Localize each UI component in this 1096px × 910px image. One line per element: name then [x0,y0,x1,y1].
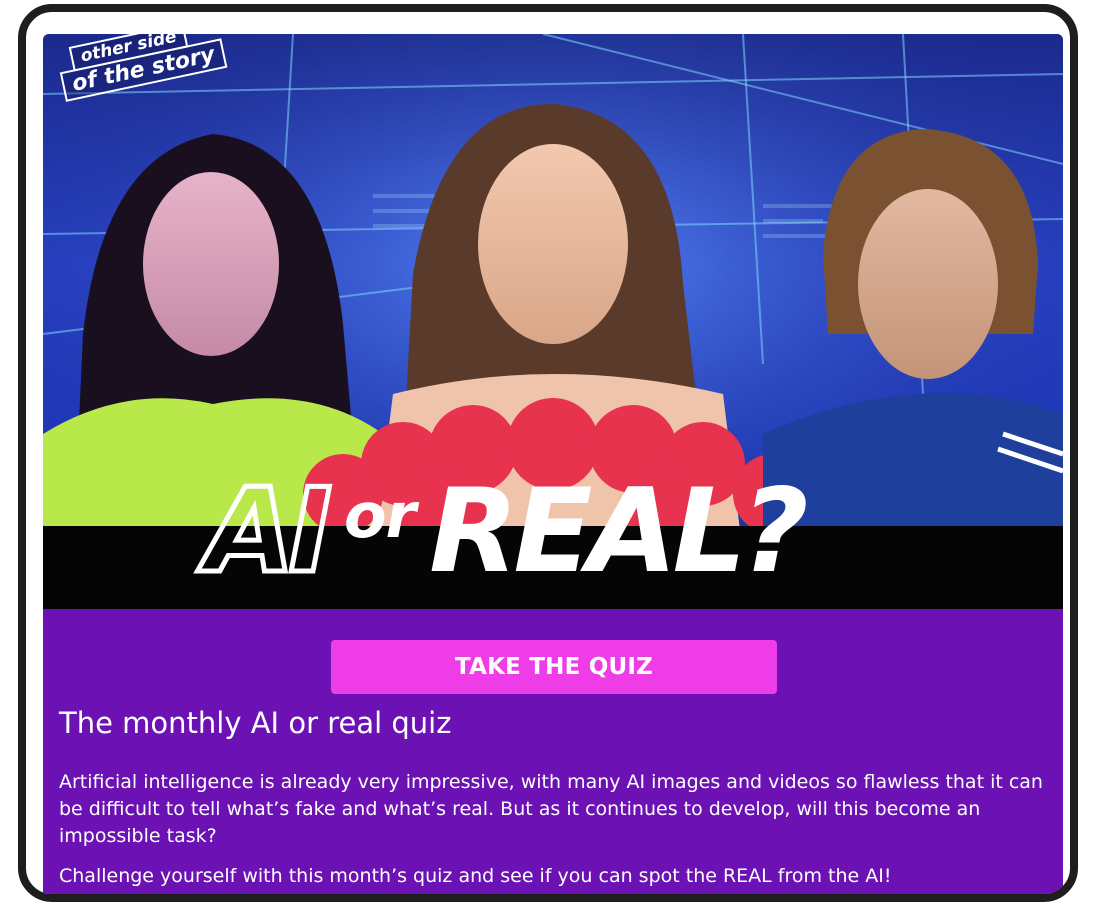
section-heading: The monthly AI or real quiz [59,706,452,740]
device-frame: other side of the story AI or REAL? TAKE T… [18,4,1078,902]
intro-paragraph: Artificial intelligence is already very … [59,771,1043,847]
hero-title-real: REAL? [429,464,809,599]
challenge-paragraph: Challenge yourself with this month’s qui… [59,865,892,887]
take-the-quiz-button[interactable]: TAKE THE QUIZ [331,640,777,694]
quiz-description-section: TAKE THE QUIZ The monthly AI or real qui… [43,609,1063,894]
quiz-promo-card: other side of the story AI or REAL? TAKE T… [43,34,1063,894]
hero-title: AI or REAL? [203,471,809,592]
hero-title-ai: AI [203,464,335,599]
hero-banner[interactable]: other side of the story AI or REAL? [43,34,1063,609]
hero-title-or: or [343,479,416,552]
